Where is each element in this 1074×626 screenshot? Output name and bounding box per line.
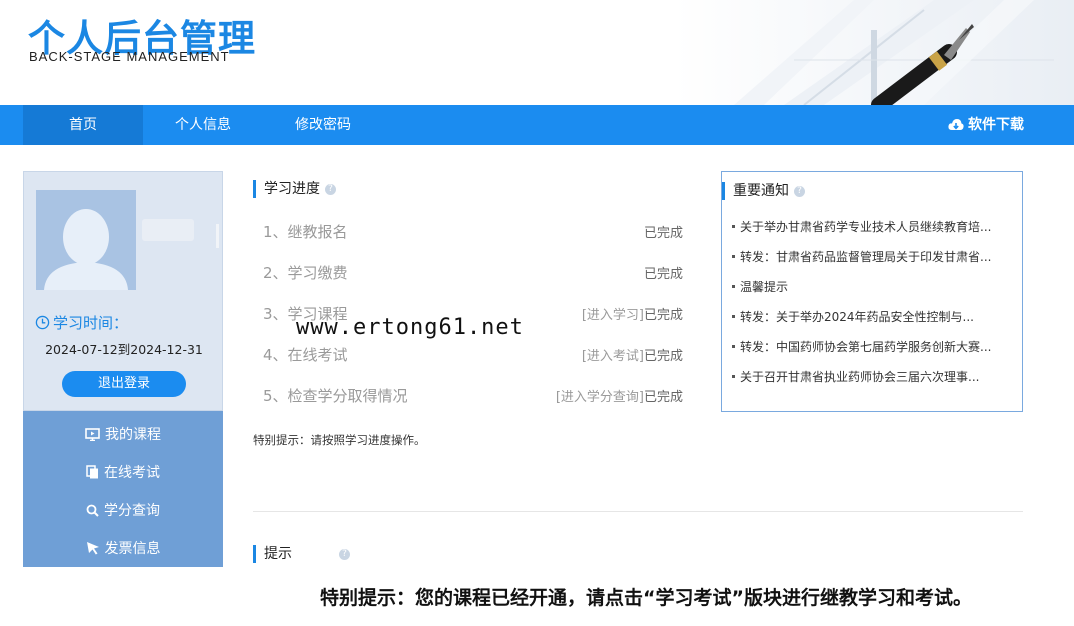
download-label: 软件下载 [968, 117, 1024, 133]
notice-item-text: 转发：关于举办2024年药品安全性控制与... [740, 310, 974, 324]
progress-section-title: 学习进度 ? [253, 180, 336, 198]
step-status: 已完成 [643, 390, 683, 405]
step-label: 4、在线考试 [263, 346, 348, 364]
search-icon [86, 504, 99, 517]
nav-item-change-password[interactable]: 修改密码 [263, 105, 383, 145]
step-status: 已完成 [643, 226, 683, 241]
notice-title: 重要通知 ? [722, 182, 805, 200]
sidebar-item-my-courses[interactable]: 我的课程 [23, 415, 223, 453]
monitor-icon [85, 427, 100, 441]
menu-label: 发票信息 [104, 541, 161, 557]
study-time-label: 学习时间： [35, 312, 128, 333]
help-icon: ? [339, 548, 350, 560]
progress-tip: 特别提示：请按照学习进度操作。 [253, 433, 426, 447]
step-status: 已完成 [643, 267, 683, 282]
step-right: [进入考试]已完成 [582, 345, 683, 364]
menu-label: 我的课程 [105, 427, 161, 443]
watermark-text: www.ertong61.net [296, 315, 524, 340]
sidebar-item-online-exam[interactable]: 在线考试 [23, 453, 223, 491]
cursor-icon [86, 542, 99, 555]
notice-item[interactable]: 关于召开甘肃省执业药师协会三届六次理事... [732, 368, 1012, 385]
logout-button[interactable]: 退出登录 [62, 371, 186, 397]
step-link-enter-study[interactable]: [进入学习] [582, 308, 644, 323]
copy-icon [86, 465, 98, 479]
notice-item[interactable]: 转发：中国药师协会第七届药学服务创新大赛... [732, 338, 1012, 355]
study-time-text: 学习时间： [53, 314, 129, 332]
hint-title-text: 提示 [264, 546, 292, 562]
step-right: 已完成 [644, 222, 683, 241]
step-label: 5、检查学分取得情况 [263, 387, 408, 405]
step-link-enter-exam[interactable]: [进入考试] [582, 349, 644, 364]
step-right: 已完成 [644, 263, 683, 282]
nav-item-profile[interactable]: 个人信息 [143, 105, 263, 145]
notice-item-text: 温馨提示 [740, 280, 789, 294]
bullet-icon [732, 375, 735, 378]
main-nav: 首页 个人信息 修改密码 软件下载 [0, 105, 1074, 145]
step-right: [进入学分查询]已完成 [556, 386, 683, 405]
hint-section-title: 提示 ? [253, 545, 350, 563]
user-silhouette-icon [44, 209, 128, 290]
step-right: [进入学习]已完成 [582, 304, 683, 323]
pen-ruler-decoration [674, 0, 1074, 105]
progress-step: 4、在线考试 [进入考试]已完成 [263, 344, 683, 364]
notice-item[interactable]: 转发：关于举办2024年药品安全性控制与... [732, 308, 1012, 325]
progress-title-text: 学习进度 [264, 181, 320, 197]
bullet-icon [732, 285, 735, 288]
notice-item[interactable]: 转发：甘肃省药品监督管理局关于印发甘肃省... [732, 248, 1012, 265]
progress-step: 2、学习缴费 已完成 [263, 262, 683, 282]
progress-step: 1、继教报名 已完成 [263, 221, 683, 241]
logo-subtitle: BACK-STAGE MANAGEMENT [29, 49, 230, 64]
nav-item-home[interactable]: 首页 [23, 105, 143, 145]
step-status: 已完成 [643, 308, 683, 323]
cloud-download-icon [948, 119, 964, 130]
bullet-icon [732, 315, 735, 318]
help-icon: ? [325, 183, 336, 195]
notice-item-text: 转发：中国药师协会第七届药学服务创新大赛... [740, 340, 992, 354]
help-icon: ? [794, 185, 805, 197]
bullet-icon [732, 225, 735, 228]
menu-label: 学分查询 [104, 503, 160, 519]
hint-message: 特别提示：您的课程已经开通，请点击“学习考试”版块进行继教学习和考试。 [320, 587, 972, 609]
progress-step: 5、检查学分取得情况 [进入学分查询]已完成 [263, 385, 683, 405]
sidebar-item-credit-query[interactable]: 学分查询 [23, 491, 223, 529]
notice-item[interactable]: 关于举办甘肃省药学专业技术人员继续教育培... [732, 218, 1012, 235]
important-notice-panel: 重要通知 ? 关于举办甘肃省药学专业技术人员继续教育培... 转发：甘肃省药品监… [721, 171, 1023, 412]
clock-icon [35, 315, 50, 330]
notice-item-text: 关于召开甘肃省执业药师协会三届六次理事... [740, 370, 980, 384]
step-status: 已完成 [643, 349, 683, 364]
study-dates: 2024-07-12到2024-12-31 [45, 342, 203, 357]
sidebar-item-invoice-info[interactable]: 发票信息 [23, 529, 223, 567]
notice-title-text: 重要通知 [733, 183, 789, 199]
notice-item-text: 关于举办甘肃省药学专业技术人员继续教育培... [740, 220, 992, 234]
step-label: 2、学习缴费 [263, 264, 348, 282]
notice-item[interactable]: 温馨提示 [732, 278, 1012, 295]
bullet-icon [732, 255, 735, 258]
bullet-icon [732, 345, 735, 348]
profile-card: 学习时间： 2024-07-12到2024-12-31 退出登录 [23, 171, 223, 411]
divider [253, 511, 1023, 512]
header: 个人后台管理 BACK-STAGE MANAGEMENT [0, 0, 1074, 105]
notice-item-text: 转发：甘肃省药品监督管理局关于印发甘肃省... [740, 250, 992, 264]
step-link-credit-query[interactable]: [进入学分查询] [556, 390, 644, 405]
menu-label: 在线考试 [104, 465, 160, 481]
blurred-user-name [142, 219, 194, 241]
blurred-user-detail [216, 224, 219, 248]
avatar [36, 190, 136, 290]
software-download-link[interactable]: 软件下载 [948, 105, 1024, 145]
step-label: 1、继教报名 [263, 223, 348, 241]
